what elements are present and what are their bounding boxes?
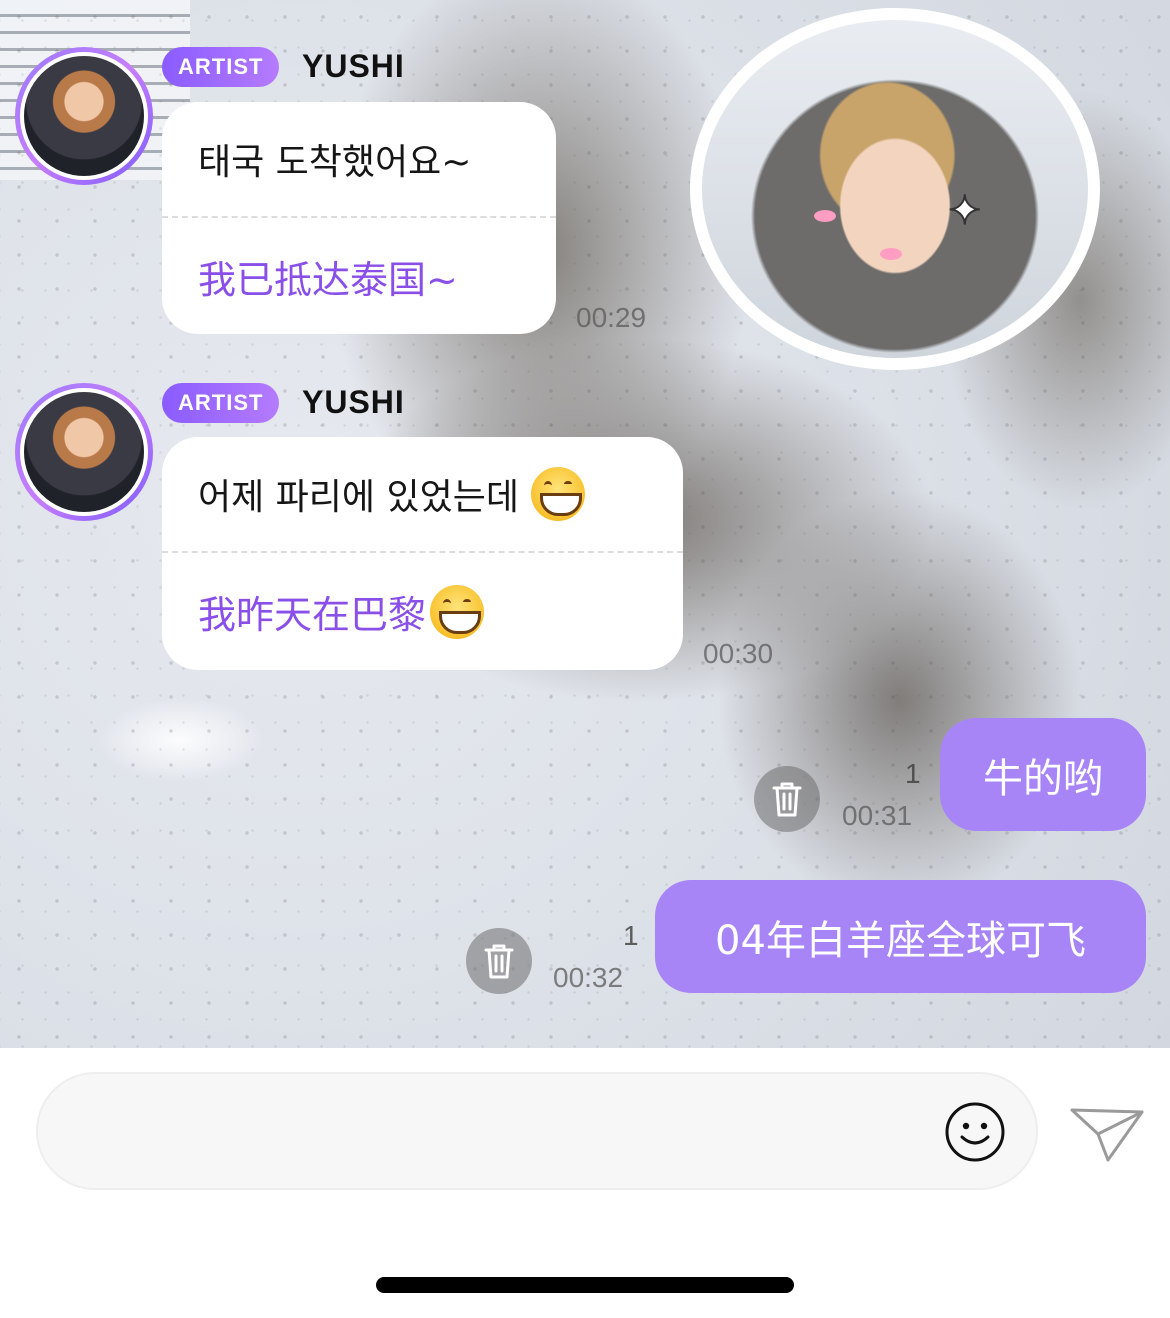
message-time: 00:29	[576, 302, 647, 333]
delete-button[interactable]	[754, 766, 820, 832]
avatar[interactable]	[15, 47, 153, 185]
message-bubble[interactable]: 태국 도착했어요~ 我已抵达泰国~	[162, 102, 556, 334]
chat-background: ✦ ARTIST YUSHI 태국 도착했어요~ 我已抵达泰国~ 00:29 A…	[0, 0, 1170, 1048]
message-input[interactable]	[36, 1072, 1038, 1190]
paper-plane-icon	[1070, 1108, 1144, 1162]
sender-name: YUSHI	[302, 384, 405, 420]
message-time: 00:31	[842, 800, 913, 831]
artist-badge: ARTIST	[162, 47, 280, 87]
artist-badge: ARTIST	[162, 383, 280, 423]
original-text: 태국 도착했어요~	[198, 142, 472, 183]
sender-name: YUSHI	[302, 48, 405, 84]
trash-icon	[772, 782, 802, 817]
message-time: 00:32	[553, 962, 624, 993]
emoji-button[interactable]	[944, 1101, 1006, 1163]
grinning-face-emoji-icon	[430, 584, 485, 639]
translated-text: 我已抵达泰国~	[198, 257, 458, 302]
home-indicator	[376, 1277, 794, 1293]
original-line: 어제 파리에 있었는데	[162, 437, 683, 551]
avatar[interactable]	[15, 383, 153, 521]
message-bubble[interactable]: 어제 파리에 있었는데 我昨天在巴黎	[162, 437, 683, 670]
grinning-face-emoji-icon	[530, 467, 585, 521]
original-text: 어제 파리에 있었는데	[198, 477, 519, 518]
translated-text: 我昨天在巴黎	[198, 593, 427, 637]
sent-message-bubble[interactable]: 牛的哟	[940, 718, 1146, 831]
profile-photo-sticker: ✦	[690, 8, 1100, 370]
sparkle-icon: ✦	[947, 187, 982, 235]
trash-icon	[484, 944, 514, 979]
delete-button[interactable]	[466, 928, 532, 994]
sent-message-bubble[interactable]: 04年白羊座全球可飞	[655, 880, 1146, 993]
translated-line: 我昨天在巴黎	[162, 553, 683, 670]
unread-count: 1	[623, 920, 639, 951]
message-time: 00:30	[703, 638, 774, 669]
send-button[interactable]	[1068, 1102, 1146, 1164]
unread-count: 1	[905, 758, 921, 789]
smiley-icon	[945, 1102, 1005, 1162]
